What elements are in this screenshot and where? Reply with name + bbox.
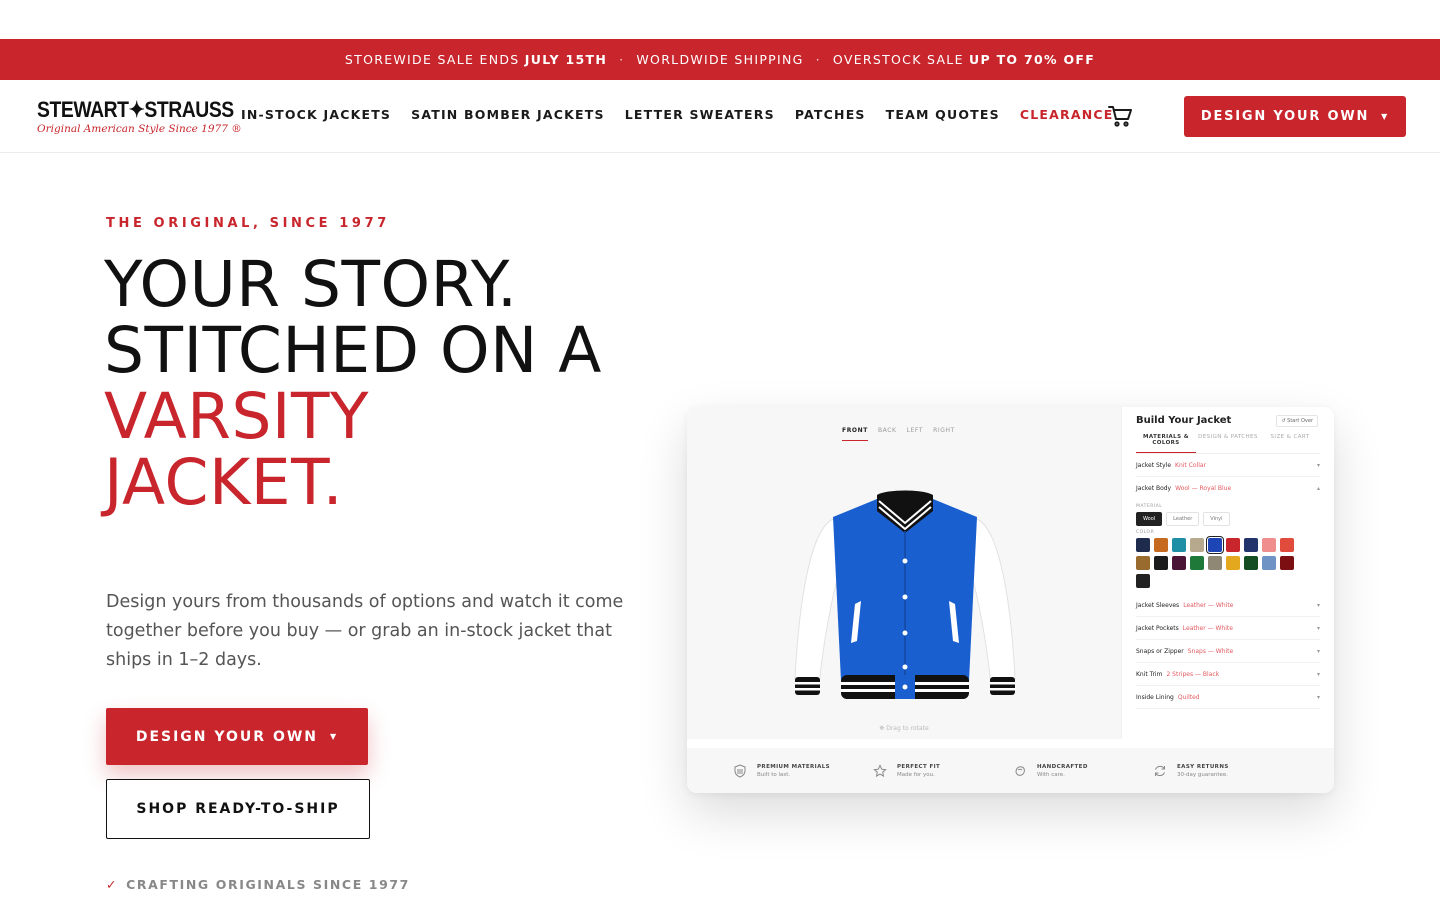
trust-line: ✓ CRAFTING ORIGINALS SINCE 1977 xyxy=(106,877,410,892)
chevron-down-icon: ▾ xyxy=(1316,624,1320,632)
header-design-your-own-button[interactable]: DESIGN YOUR OWN ▼ xyxy=(1184,96,1406,137)
feature-strip: PREMIUM MATERIALS Built to last. PERFECT … xyxy=(687,748,1334,793)
chevron-down-icon: ▾ xyxy=(1316,670,1320,678)
star-icon xyxy=(873,763,887,777)
option-jacket-pockets[interactable]: Jacket Pockets Leather — White ▾ xyxy=(1136,617,1320,640)
shop-ready-to-ship-button[interactable]: SHOP READY-TO-SHIP xyxy=(106,779,370,839)
promo-overstock: OVERSTOCK SALE UP TO 70% OFF xyxy=(832,52,1096,67)
color-swatch[interactable] xyxy=(1244,538,1258,552)
color-swatch[interactable] xyxy=(1136,538,1150,552)
hero-description: Design yours from thousands of options a… xyxy=(106,592,624,670)
builder-tabs: MATERIALS & COLORS DESIGN & PATCHES SIZE… xyxy=(1136,434,1320,454)
promo-separator: · xyxy=(619,52,625,67)
color-swatch[interactable] xyxy=(1208,556,1222,570)
feature-premium-materials: PREMIUM MATERIALS Built to last. xyxy=(733,764,873,778)
chevron-down-icon: ▾ xyxy=(1316,693,1320,701)
view-tab-left[interactable]: LEFT xyxy=(907,427,924,441)
logo[interactable]: STEWART✦STRAUSS Original American Style … xyxy=(37,97,242,138)
promo-separator: · xyxy=(815,52,821,67)
color-swatch[interactable] xyxy=(1136,556,1150,570)
option-jacket-sleeves[interactable]: Jacket Sleeves Leather — White ▾ xyxy=(1136,594,1320,617)
feature-handcrafted: HANDCRAFTED With care. xyxy=(1013,764,1153,778)
tab-size-cart[interactable]: SIZE & CART xyxy=(1260,434,1320,453)
color-swatch[interactable] xyxy=(1262,556,1276,570)
nav-satin-bomber-jackets[interactable]: SATIN BOMBER JACKETS xyxy=(411,107,605,122)
color-swatch[interactable] xyxy=(1244,556,1258,570)
hand-icon xyxy=(1015,765,1025,776)
view-tab-front[interactable]: FRONT xyxy=(842,427,868,441)
jacket-preview-area: FRONT BACK LEFT RIGHT ✥ Drag to rotate xyxy=(687,407,1121,739)
chevron-down-icon: ▼ xyxy=(1381,112,1390,121)
logo-tagline: Original American Style Since 1977 ® xyxy=(37,123,242,135)
tab-design-patches[interactable]: DESIGN & PATCHES xyxy=(1198,434,1258,453)
color-swatch[interactable] xyxy=(1280,538,1294,552)
headline-line-1: YOUR STORY. xyxy=(104,248,518,321)
start-over-button[interactable]: ↺ Start Over xyxy=(1276,415,1318,427)
color-swatch[interactable] xyxy=(1226,538,1240,552)
site-header: STEWART✦STRAUSS Original American Style … xyxy=(0,80,1440,153)
cart-icon[interactable] xyxy=(1107,104,1133,128)
promo-sale: STOREWIDE SALE ENDS JULY 15TH xyxy=(344,52,608,67)
hero-eyebrow: THE ORIGINAL, SINCE 1977 xyxy=(106,216,390,231)
chevron-down-icon: ▾ xyxy=(1316,461,1320,469)
shield-icon xyxy=(734,763,746,778)
color-swatch[interactable] xyxy=(1262,538,1276,552)
promo-bar: STOREWIDE SALE ENDS JULY 15TH · WORLDWID… xyxy=(0,39,1440,80)
promo-shipping: WORLDWIDE SHIPPING xyxy=(636,52,804,67)
color-swatch[interactable] xyxy=(1154,556,1168,570)
color-swatch[interactable] xyxy=(1172,556,1186,570)
tab-materials-colors[interactable]: MATERIALS & COLORS xyxy=(1136,434,1196,453)
option-jacket-body[interactable]: Jacket Body Wool — Royal Blue ▴ xyxy=(1136,477,1320,500)
hero-design-your-own-button[interactable]: DESIGN YOUR OWN ▼ xyxy=(106,708,368,765)
color-swatch[interactable] xyxy=(1154,538,1168,552)
feature-perfect-fit: PERFECT FIT Made for you. xyxy=(873,764,1013,778)
view-tab-back[interactable]: BACK xyxy=(878,427,897,441)
headline-accent-1: VARSITY xyxy=(104,380,369,453)
color-swatch[interactable] xyxy=(1226,556,1240,570)
view-tabs: FRONT BACK LEFT RIGHT xyxy=(842,427,955,441)
builder-options-panel: Build Your Jacket ↺ Start Over MATERIALS… xyxy=(1121,407,1334,739)
option-snaps-zipper[interactable]: Snaps or Zipper Snaps — White ▾ xyxy=(1136,640,1320,663)
nav-clearance[interactable]: CLEARANCE xyxy=(1020,107,1114,122)
feature-easy-returns: EASY RETURNS 30-day guarantee. xyxy=(1153,764,1293,778)
headline-accent-2: JACKET. xyxy=(104,446,344,519)
chevron-down-icon: ▾ xyxy=(1316,601,1320,609)
hero-headline: YOUR STORY. STITCHED ON A VARSITY JACKET… xyxy=(104,252,602,516)
material-chip-leather[interactable]: Leather xyxy=(1166,512,1200,526)
option-jacket-style[interactable]: Jacket Style Knit Collar ▾ xyxy=(1136,454,1320,477)
jacket-builder-preview: FRONT BACK LEFT RIGHT ✥ Drag to rotate B… xyxy=(687,407,1334,793)
color-swatch[interactable] xyxy=(1190,538,1204,552)
chevron-down-icon: ▼ xyxy=(330,732,339,741)
color-swatches xyxy=(1136,536,1320,588)
color-swatch[interactable] xyxy=(1136,574,1150,588)
chevron-down-icon: ▾ xyxy=(1316,647,1320,655)
material-chips: Wool Leather Vinyl xyxy=(1136,512,1320,526)
material-chip-vinyl[interactable]: Vinyl xyxy=(1203,512,1230,526)
main-nav: IN-STOCK JACKETS SATIN BOMBER JACKETS LE… xyxy=(241,107,1113,122)
headline-line-2: STITCHED ON A xyxy=(104,314,602,387)
material-chip-wool[interactable]: Wool xyxy=(1136,512,1163,526)
nav-patches[interactable]: PATCHES xyxy=(795,107,866,122)
chevron-up-icon: ▴ xyxy=(1316,485,1320,492)
varsity-jacket-image xyxy=(794,490,1016,699)
refresh-icon xyxy=(1155,765,1165,776)
option-knit-trim[interactable]: Knit Trim 2 Stripes — Black ▾ xyxy=(1136,663,1320,686)
color-swatch[interactable] xyxy=(1172,538,1186,552)
view-tab-right[interactable]: RIGHT xyxy=(933,427,955,441)
nav-letter-sweaters[interactable]: LETTER SWEATERS xyxy=(625,107,775,122)
option-inside-lining[interactable]: Inside Lining Quilted ▾ xyxy=(1136,686,1320,709)
nav-team-quotes[interactable]: TEAM QUOTES xyxy=(886,107,1000,122)
material-label: MATERIAL xyxy=(1136,504,1163,509)
nav-in-stock-jackets[interactable]: IN-STOCK JACKETS xyxy=(241,107,391,122)
color-swatch[interactable] xyxy=(1280,556,1294,570)
color-label: COLOR xyxy=(1136,530,1155,535)
color-swatch[interactable] xyxy=(1206,536,1224,554)
color-swatch[interactable] xyxy=(1190,556,1204,570)
drag-to-rotate-hint: ✥ Drag to rotate xyxy=(879,725,929,732)
logo-brand: STEWART✦STRAUSS xyxy=(37,97,234,122)
check-icon: ✓ xyxy=(106,877,119,892)
